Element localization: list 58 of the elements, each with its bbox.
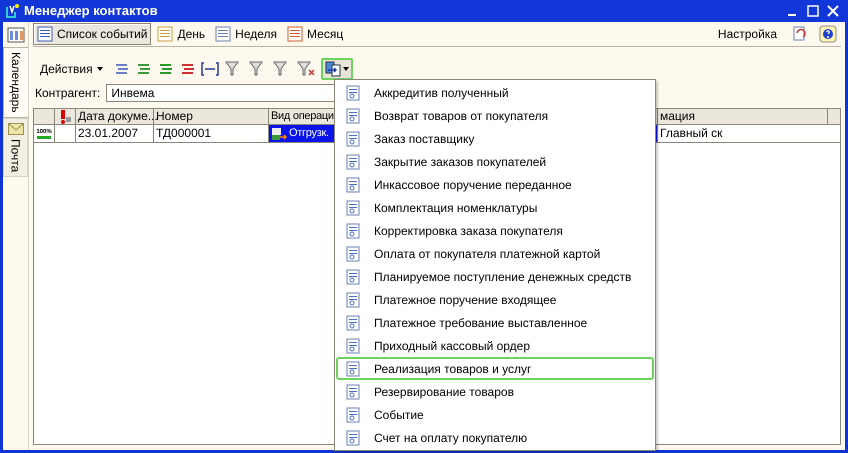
- close-icon[interactable]: [826, 4, 840, 18]
- maximize-icon[interactable]: [806, 4, 820, 18]
- importance-icon: [58, 110, 72, 124]
- column-header[interactable]: мация: [658, 109, 828, 124]
- app-icon: [4, 3, 20, 19]
- help-icon[interactable]: [819, 25, 837, 43]
- window-title: Менеджер контактов: [24, 2, 158, 20]
- calendar-icon[interactable]: [6, 27, 24, 43]
- view-button[interactable]: Неделя: [211, 23, 282, 45]
- menu-item[interactable]: Оплата от покупателя платежной картой: [336, 242, 654, 265]
- document-icon: [346, 384, 360, 400]
- menu-item[interactable]: Инкассовое поручение переданное: [336, 173, 654, 196]
- document-icon: [346, 338, 360, 354]
- menu-item[interactable]: Событие: [336, 403, 654, 426]
- document-icon: [346, 406, 360, 422]
- caret-icon: [342, 67, 349, 71]
- view-button[interactable]: Список событий: [33, 23, 152, 45]
- document-icon: [346, 108, 360, 124]
- document-icon: [346, 430, 360, 446]
- menu-item[interactable]: Закрытие заказов покупателей: [336, 150, 654, 173]
- menu-item[interactable]: Счет на оплату покупателю: [336, 426, 654, 449]
- side-tab[interactable]: Почта: [3, 118, 28, 177]
- view-button[interactable]: Месяц: [283, 23, 348, 45]
- menu-item[interactable]: Корректировка заказа покупателя: [336, 219, 654, 242]
- view-button[interactable]: День: [153, 23, 210, 45]
- menu-item[interactable]: Комплектация номенклатуры: [336, 196, 654, 219]
- document-icon: [346, 314, 360, 330]
- menu-item[interactable]: Платежное поручение входящее: [336, 288, 654, 311]
- document-icon: [346, 360, 360, 376]
- document-icon: [346, 246, 360, 262]
- filter-icon[interactable]: [296, 61, 315, 77]
- create-based-on-button[interactable]: [320, 58, 353, 80]
- progress-icon: [37, 136, 51, 138]
- document-icon: [346, 130, 360, 146]
- document-icon: [346, 200, 360, 216]
- menu-item[interactable]: Возврат товаров от покупателя: [336, 104, 654, 127]
- table-cell-text: Главный ск: [659, 125, 724, 142]
- column-header[interactable]: Номер: [154, 109, 269, 124]
- document-icon: [346, 292, 360, 308]
- document-icon: [346, 268, 360, 284]
- side-tab[interactable]: Календарь: [3, 47, 28, 118]
- menu-item[interactable]: Планируемое поступление денежных средств: [336, 265, 654, 288]
- document-icon: [346, 176, 360, 192]
- settings-button[interactable]: Настройка: [714, 23, 781, 45]
- copy-arrow-icon: [324, 61, 341, 77]
- menu-item[interactable]: Платежное требование выставленное: [336, 311, 654, 334]
- document-icon: [346, 84, 360, 100]
- document-icon: [346, 222, 360, 238]
- envelope-icon: [8, 122, 24, 135]
- counterparty-label: Контрагент:: [34, 85, 102, 102]
- menu-item[interactable]: Реализация товаров и услуг: [336, 357, 654, 380]
- menu-item[interactable]: Приходный кассовый ордер: [336, 334, 654, 357]
- shipment-icon: [271, 126, 287, 140]
- menu-item[interactable]: Резервирование товаров: [336, 380, 654, 403]
- caret-icon: [96, 67, 103, 71]
- table-cell: 23.01.2007: [76, 125, 154, 142]
- actions-menu[interactable]: Действия: [36, 60, 107, 78]
- document-icon: [346, 154, 360, 170]
